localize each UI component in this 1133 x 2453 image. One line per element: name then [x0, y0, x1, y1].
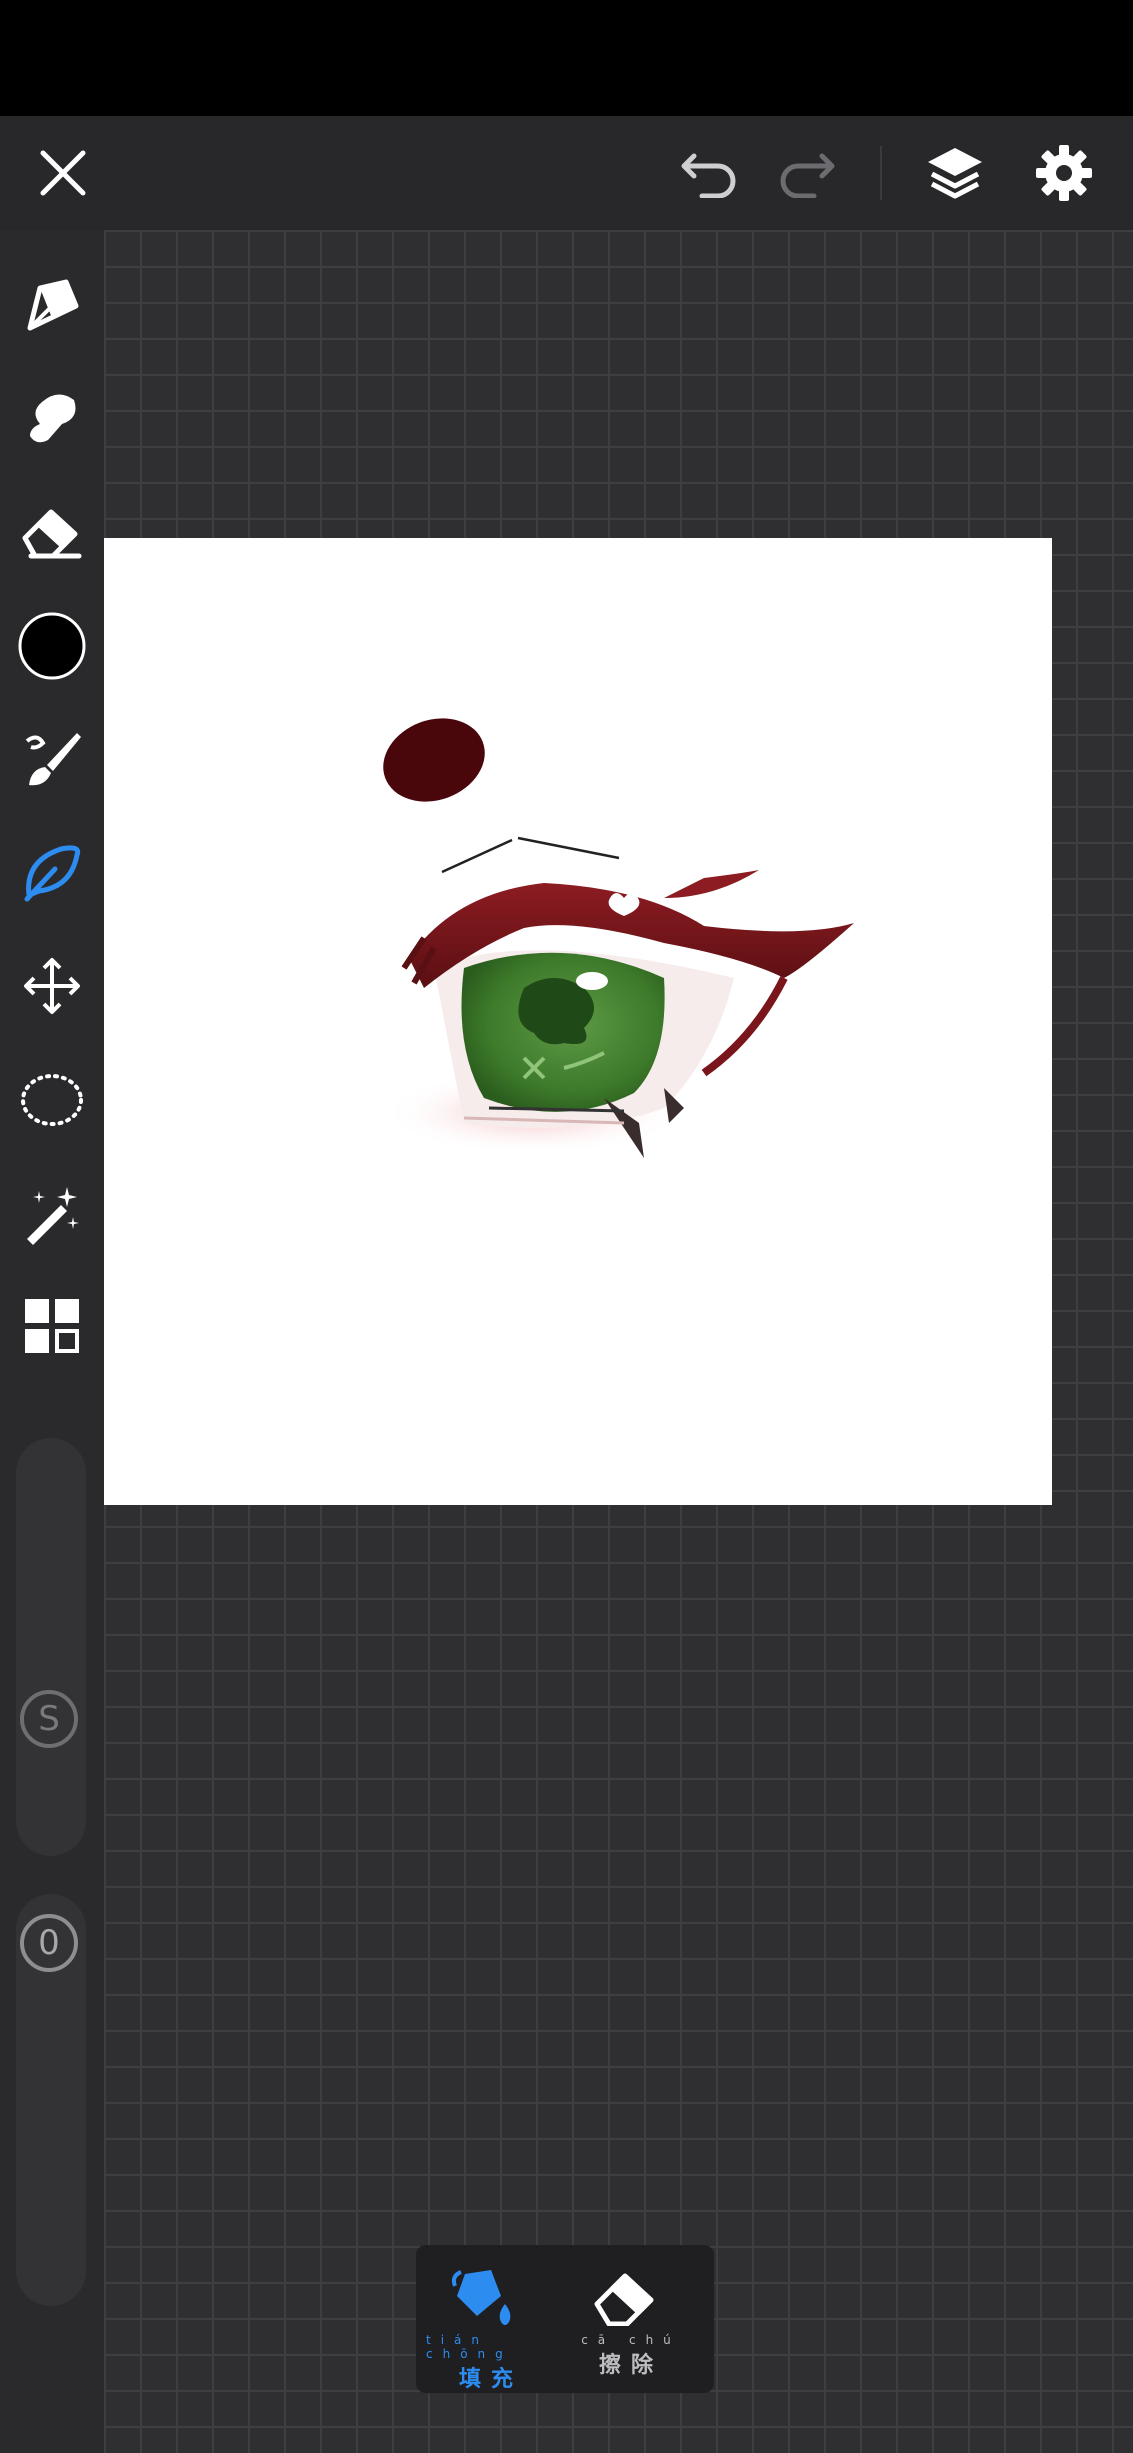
fill-mode-panel: tián chōng 填充 cā chú 擦除 [416, 2245, 714, 2393]
layers-button[interactable] [910, 116, 1000, 230]
pen-nib-icon [27, 279, 79, 331]
left-tool-sidebar: S 0 [0, 230, 104, 2453]
close-icon [40, 150, 86, 196]
tool-transform[interactable] [12, 946, 92, 1026]
lasso-icon [21, 1074, 83, 1126]
smudge-icon [30, 394, 76, 443]
close-button[interactable] [18, 116, 108, 230]
redo-icon [780, 153, 835, 198]
tool-color-picker[interactable] [12, 606, 92, 686]
eraser-icon [22, 509, 82, 559]
fill-mode-button[interactable]: tián chōng 填充 [416, 2245, 556, 2393]
erase-mode-button[interactable]: cā chú 擦除 [556, 2245, 696, 2393]
magic-wand-icon [27, 1187, 79, 1245]
settings-button[interactable] [1019, 116, 1109, 230]
layers-icon [928, 148, 982, 199]
fill-ruby: tián chōng [426, 2333, 513, 2361]
tool-smudge[interactable] [12, 378, 92, 458]
erase-label: 擦除 [598, 2353, 663, 2378]
tool-pen[interactable] [12, 266, 92, 346]
grid-icon [25, 1299, 79, 1353]
opacity-label: 0 [38, 1923, 60, 1963]
eye-artwork [383, 718, 854, 1158]
leaf-icon [24, 845, 81, 902]
fill-label: 填充 [458, 2367, 523, 2392]
status-bar [0, 0, 1133, 116]
brush-size-slider[interactable] [16, 1438, 86, 1856]
tool-eraser[interactable] [12, 492, 92, 572]
eraser-icon [594, 2273, 654, 2326]
brush-size-label: S [38, 1699, 60, 1739]
toolbar-divider [880, 146, 882, 200]
undo-icon [681, 153, 736, 198]
opacity-knob[interactable]: 0 [20, 1914, 78, 1972]
move-arrows-icon [24, 958, 80, 1014]
tool-materials[interactable] [12, 1286, 92, 1366]
drawing-canvas[interactable] [104, 538, 1052, 1505]
color-swatch-icon [18, 612, 86, 680]
brush-icon [25, 733, 81, 786]
top-toolbar [0, 116, 1133, 230]
paint-bucket-icon [451, 2270, 511, 2325]
tool-brush[interactable] [12, 720, 92, 800]
tool-fill-active[interactable] [12, 832, 92, 912]
brush-size-knob[interactable]: S [20, 1690, 78, 1748]
undo-button[interactable] [665, 116, 755, 230]
gear-icon [1036, 145, 1092, 201]
tool-lasso[interactable] [12, 1060, 92, 1140]
tool-magic-wand[interactable] [12, 1174, 92, 1254]
redo-button[interactable] [761, 116, 851, 230]
erase-ruby: cā chú [581, 2333, 681, 2347]
